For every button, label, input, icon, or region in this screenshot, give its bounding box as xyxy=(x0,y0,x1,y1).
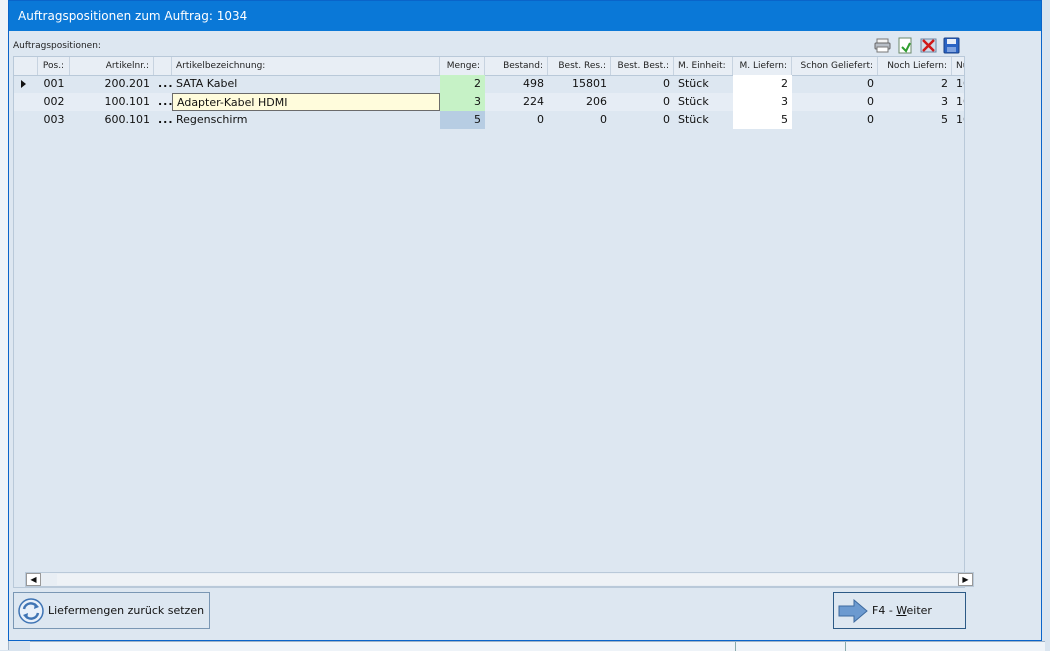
cell-menge[interactable]: 5 xyxy=(440,111,485,129)
cell-nu: 16 xyxy=(956,95,964,108)
scroll-right-icon[interactable]: ▶ xyxy=(958,573,973,586)
horizontal-scrollbar[interactable]: ◀ ▶ xyxy=(25,572,974,587)
table-row[interactable]: 001 200.201 ... SATA Kabel 2 498 15801 0… xyxy=(14,75,964,93)
row-indicator-icon[interactable] xyxy=(14,75,38,93)
cell-nu: 16 xyxy=(956,113,964,126)
scrollbar-thumb[interactable] xyxy=(57,574,957,585)
cell-nu: 16 xyxy=(956,77,964,90)
article-lookup-button[interactable]: ... xyxy=(154,111,172,129)
next-button[interactable]: F4 - Weiter xyxy=(833,592,966,629)
table-row[interactable]: 003 600.101 ... Regenschirm 5 0 0 0 Stüc… xyxy=(14,111,964,129)
scroll-left-icon[interactable]: ◀ xyxy=(26,573,41,586)
reset-button-label: Liefermengen zurück setzen xyxy=(48,604,205,617)
printer-icon[interactable] xyxy=(873,36,892,55)
col-header-pos[interactable]: Pos.: xyxy=(38,57,70,75)
save-icon[interactable] xyxy=(942,36,961,55)
col-header-best-best[interactable]: Best. Best.: xyxy=(611,57,674,75)
refresh-icon xyxy=(14,597,48,625)
arrow-right-icon xyxy=(834,598,872,623)
cell-artikelbezeichnung[interactable]: SATA Kabel xyxy=(172,75,440,93)
cell-bestand: 498 xyxy=(523,77,544,90)
order-positions-dialog: Auftragspositionen zum Auftrag: 1034 Auf… xyxy=(8,0,1042,641)
grid-header: Pos.: Artikelnr.: Artikelbezeichnung: Me… xyxy=(14,57,964,76)
reset-delivery-quantities-button[interactable]: Liefermengen zurück setzen xyxy=(13,592,210,629)
section-label: Auftragspositionen: xyxy=(13,41,101,51)
cell-noch-liefern: 3 xyxy=(941,95,948,108)
col-header-bestand[interactable]: Bestand: xyxy=(485,57,548,75)
cell-best-best: 0 xyxy=(663,113,670,126)
row-selector[interactable] xyxy=(14,111,38,129)
col-header-lookup xyxy=(154,57,172,75)
cell-einheit: Stück xyxy=(678,95,709,108)
cell-pos[interactable]: 003 xyxy=(38,111,70,129)
col-header-nu[interactable]: Nu xyxy=(952,57,964,75)
cell-best-res: 15801 xyxy=(572,77,607,90)
cell-best-res: 0 xyxy=(600,113,607,126)
cell-artikelnr[interactable]: 100.101 xyxy=(70,93,154,111)
cell-noch-liefern: 5 xyxy=(941,113,948,126)
cell-schon-geliefert: 0 xyxy=(867,113,874,126)
grid-toolbar xyxy=(873,36,961,56)
col-header-best-res[interactable]: Best. Res.: xyxy=(548,57,611,75)
cell-pos[interactable]: 002 xyxy=(38,93,70,111)
cell-pos[interactable]: 001 xyxy=(38,75,70,93)
cell-best-res: 206 xyxy=(586,95,607,108)
positions-grid[interactable]: Pos.: Artikelnr.: Artikelbezeichnung: Me… xyxy=(13,56,965,588)
next-button-label: F4 - Weiter xyxy=(872,604,932,617)
row-selector[interactable] xyxy=(14,93,38,111)
cell-artikelbezeichnung-editing[interactable]: Adapter-Kabel HDMI xyxy=(172,93,440,111)
cell-m-liefern[interactable]: 3 xyxy=(733,93,792,111)
cell-m-liefern[interactable]: 5 xyxy=(733,111,792,129)
cell-bestand: 0 xyxy=(537,113,544,126)
col-header-artikelnr[interactable]: Artikelnr.: xyxy=(70,57,154,75)
cell-artikelbezeichnung[interactable]: Regenschirm xyxy=(172,111,440,129)
cell-best-best: 0 xyxy=(663,95,670,108)
cell-menge[interactable]: 2 xyxy=(440,75,485,93)
cell-best-best: 0 xyxy=(663,77,670,90)
dialog-title: Auftragspositionen zum Auftrag: 1034 xyxy=(9,1,1041,31)
delete-icon[interactable] xyxy=(919,36,938,55)
col-header-einheit[interactable]: M. Einheit: xyxy=(674,57,733,75)
cell-schon-geliefert: 0 xyxy=(867,77,874,90)
cell-m-liefern[interactable]: 2 xyxy=(733,75,792,93)
col-header-noch-liefern[interactable]: Noch Liefern: xyxy=(878,57,952,75)
col-header-schon-geliefert[interactable]: Schon Geliefert: xyxy=(792,57,878,75)
row-selector-header xyxy=(14,57,38,75)
col-header-m-liefern[interactable]: M. Liefern: xyxy=(733,57,792,75)
cell-einheit: Stück xyxy=(678,77,709,90)
cell-schon-geliefert: 0 xyxy=(867,95,874,108)
cell-artikelnr[interactable]: 200.201 xyxy=(70,75,154,93)
col-header-artikelbezeichnung[interactable]: Artikelbezeichnung: xyxy=(172,57,440,75)
cell-noch-liefern: 2 xyxy=(941,77,948,90)
cell-menge[interactable]: 3 xyxy=(440,93,485,111)
table-row[interactable]: 002 100.101 ... Adapter-Kabel HDMI 3 224… xyxy=(14,93,964,111)
cell-bestand: 224 xyxy=(523,95,544,108)
article-lookup-button[interactable]: ... xyxy=(154,75,172,93)
export-icon[interactable] xyxy=(896,36,915,55)
cell-artikelnr[interactable]: 600.101 xyxy=(70,111,154,129)
col-header-menge[interactable]: Menge: xyxy=(440,57,485,75)
article-lookup-button[interactable]: ... xyxy=(154,93,172,111)
cell-einheit: Stück xyxy=(678,113,709,126)
